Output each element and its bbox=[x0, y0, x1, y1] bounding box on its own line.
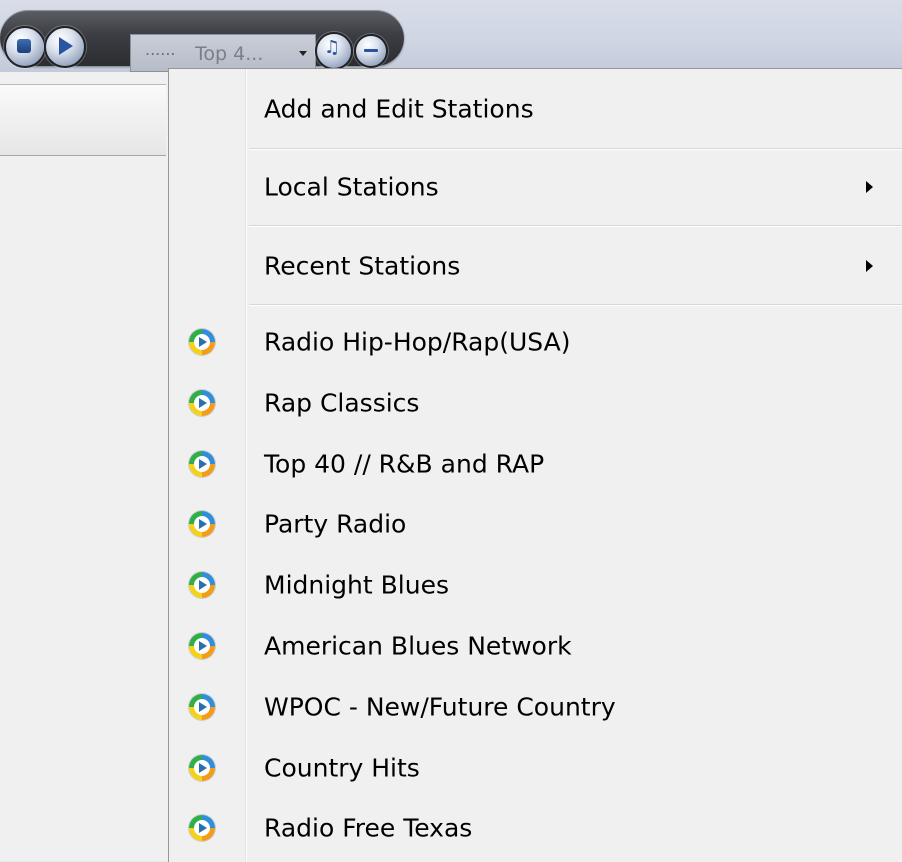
minimize-button[interactable] bbox=[354, 34, 388, 68]
windows-media-station-icon bbox=[189, 390, 215, 416]
windows-media-station-icon bbox=[189, 633, 215, 659]
background-window bbox=[0, 72, 168, 861]
windows-media-station-icon bbox=[189, 694, 215, 720]
volume-button[interactable] bbox=[315, 32, 353, 70]
station-label: Country Hits bbox=[264, 753, 420, 783]
stop-button[interactable] bbox=[4, 26, 46, 68]
menu-item-recent-stations[interactable]: Recent Stations bbox=[169, 237, 902, 295]
menu-separator bbox=[249, 148, 902, 150]
background-window-header bbox=[0, 84, 166, 156]
station-label: Radio Hip-Hop/Rap(USA) bbox=[264, 327, 571, 357]
station-item[interactable]: Country Hits bbox=[169, 738, 902, 798]
chevron-down-icon[interactable] bbox=[299, 51, 307, 56]
station-label: Rap Classics bbox=[264, 388, 420, 418]
stations-context-menu: Add and Edit Stations Local Stations Rec… bbox=[168, 68, 902, 862]
station-item[interactable]: WPOC - New/Future Country bbox=[169, 677, 902, 737]
station-label: Midnight Blues bbox=[264, 570, 449, 600]
windows-media-station-icon bbox=[189, 511, 215, 537]
windows-media-station-icon bbox=[189, 572, 215, 598]
station-item[interactable]: Top 40 // R&B and RAP bbox=[169, 434, 902, 494]
menu-item-local-stations[interactable]: Local Stations bbox=[169, 158, 902, 216]
chevron-right-icon bbox=[866, 260, 873, 272]
station-item[interactable]: American Blues Network bbox=[169, 616, 902, 676]
menu-separator bbox=[249, 225, 902, 227]
now-playing-dots: ...... bbox=[145, 40, 176, 59]
menu-separator bbox=[249, 304, 902, 306]
windows-media-station-icon bbox=[189, 329, 215, 355]
menu-item-label: Recent Stations bbox=[264, 251, 461, 281]
station-item[interactable]: Radio Hip-Hop/Rap(USA) bbox=[169, 312, 902, 372]
taskbar: ...... Top 4... bbox=[0, 0, 902, 72]
windows-media-station-icon bbox=[189, 451, 215, 477]
station-label: American Blues Network bbox=[264, 631, 572, 661]
menu-item-label: Add and Edit Stations bbox=[264, 94, 534, 124]
windows-media-station-icon bbox=[189, 755, 215, 781]
play-button[interactable] bbox=[44, 26, 86, 68]
station-item[interactable]: Rap Classics bbox=[169, 373, 902, 433]
menu-item-label: Local Stations bbox=[264, 172, 439, 202]
windows-media-station-icon bbox=[189, 815, 215, 841]
station-label: Radio Free Texas bbox=[264, 813, 473, 843]
station-label: Top 40 // R&B and RAP bbox=[264, 449, 545, 479]
station-label: Party Radio bbox=[264, 509, 407, 539]
station-selector[interactable]: ...... Top 4... bbox=[130, 34, 316, 72]
menu-item-add-edit-stations[interactable]: Add and Edit Stations bbox=[169, 80, 902, 138]
station-label: WPOC - New/Future Country bbox=[264, 692, 616, 722]
station-item[interactable]: Party Radio bbox=[169, 494, 902, 554]
chevron-right-icon bbox=[866, 181, 873, 193]
station-item[interactable]: Radio Free Texas bbox=[169, 798, 902, 858]
media-player-mini-toolbar: ...... Top 4... bbox=[0, 10, 404, 72]
station-item[interactable]: Midnight Blues bbox=[169, 555, 902, 615]
now-playing-station: Top 4... bbox=[195, 43, 264, 65]
